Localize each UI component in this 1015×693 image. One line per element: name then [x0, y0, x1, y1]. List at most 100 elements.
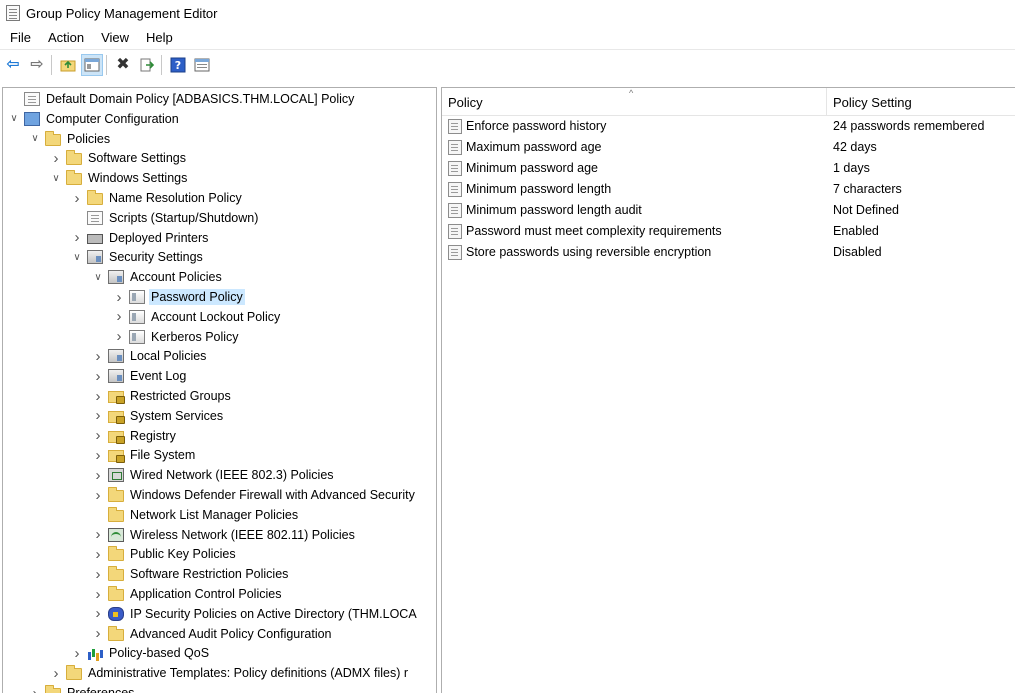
policy-row[interactable]: Minimum password age 1 days	[442, 158, 1015, 179]
policy-setting-value: 1 days	[833, 161, 870, 175]
chevron-down-icon[interactable]: ∨	[91, 267, 105, 287]
tree-item[interactable]: › Preferences	[28, 683, 136, 693]
tree-item[interactable]: ›Network List Manager Policies	[91, 505, 300, 525]
chevron-right-icon[interactable]: ›	[91, 406, 105, 426]
tree-item[interactable]: › Software Restriction Policies	[91, 564, 290, 584]
chevron-right-icon[interactable]: ›	[91, 564, 105, 584]
chevron-right-icon[interactable]: ›	[70, 228, 84, 248]
tree-item[interactable]: ∨ Policies	[28, 129, 112, 149]
folder-icon	[66, 150, 82, 166]
chevron-right-icon[interactable]: ›	[112, 307, 126, 327]
chevron-down-icon[interactable]: ∨	[7, 109, 21, 129]
menu-view[interactable]: View	[92, 30, 137, 45]
chevron-right-icon[interactable]: ›	[112, 327, 126, 347]
tree-item[interactable]: ∨ Security Settings	[70, 247, 205, 267]
tree-item[interactable]: › Deployed Printers	[70, 228, 210, 248]
policy-row[interactable]: Maximum password age 42 days	[442, 137, 1015, 158]
chevron-right-icon[interactable]: ›	[91, 366, 105, 386]
tree-item[interactable]: › Kerberos Policy	[112, 327, 241, 347]
tree-item[interactable]: › Restricted Groups	[91, 386, 233, 406]
qos-chart-icon	[87, 646, 103, 661]
chevron-right-icon[interactable]: ›	[49, 663, 63, 683]
chevron-right-icon[interactable]: ›	[91, 544, 105, 564]
tree-item[interactable]: › IP Security Policies on Active Director…	[91, 604, 419, 624]
help-icon[interactable]: ?	[167, 54, 189, 76]
tree-item[interactable]: › Local Policies	[91, 346, 208, 366]
menu-file[interactable]: File	[0, 30, 39, 45]
tree-item-label: Advanced Audit Policy Configuration	[130, 626, 332, 641]
show-hide-tree-icon[interactable]	[81, 53, 103, 76]
printer-icon	[87, 234, 103, 245]
chevron-right-icon[interactable]: ›	[91, 604, 105, 624]
policy-row[interactable]: Store passwords using reversible encrypt…	[442, 242, 1015, 263]
policy-name: Enforce password history	[466, 119, 607, 133]
chevron-right-icon[interactable]: ›	[91, 426, 105, 446]
chevron-right-icon[interactable]: ›	[91, 624, 105, 644]
tree-item-label: Computer Configuration	[46, 111, 179, 126]
tree-item[interactable]: ∨ Account Policies	[91, 267, 224, 287]
policy-row[interactable]: Password must meet complexity requiremen…	[442, 221, 1015, 242]
policy-setting-value: 7 characters	[833, 182, 902, 196]
tree-item[interactable]: › Policy-based QoS	[70, 643, 211, 663]
chevron-right-icon[interactable]: ›	[70, 188, 84, 208]
chevron-right-icon[interactable]: ›	[28, 683, 42, 693]
tree-item[interactable]: › Application Control Policies	[91, 584, 283, 604]
tree-item[interactable]: ∨ Computer Configuration	[7, 109, 181, 129]
chevron-down-icon[interactable]: ∨	[70, 247, 84, 267]
up-folder-icon[interactable]	[57, 54, 79, 76]
chevron-right-icon[interactable]: ›	[49, 148, 63, 168]
column-header-policy[interactable]: Policy	[448, 95, 483, 110]
properties-view-icon[interactable]	[191, 54, 213, 76]
back-icon[interactable]: ⇦	[2, 54, 24, 76]
chevron-right-icon[interactable]: ›	[91, 386, 105, 406]
tree-item[interactable]: ›Scripts (Startup/Shutdown)	[70, 208, 260, 228]
tree-item[interactable]: ›Default Domain Policy [ADBASICS.THM.LOC…	[7, 89, 356, 109]
chevron-right-icon[interactable]: ›	[91, 525, 105, 545]
lock-folder-icon	[108, 450, 125, 464]
chevron-right-icon[interactable]: ›	[91, 346, 105, 366]
policy-row[interactable]: Minimum password length audit Not Defined	[442, 200, 1015, 221]
tree-item-label: Name Resolution Policy	[109, 191, 242, 205]
delete-icon[interactable]: ✖	[112, 54, 134, 76]
chevron-right-icon[interactable]: ›	[112, 287, 126, 307]
tree-item[interactable]: › Wireless Network (IEEE 802.11) Policies	[91, 525, 357, 545]
tree-item-label: Restricted Groups	[130, 389, 231, 403]
folder-icon	[108, 487, 124, 502]
tree-item[interactable]: › Password Policy	[112, 287, 245, 307]
forward-icon[interactable]: ⇨	[26, 54, 48, 76]
tree-item[interactable]: › Event Log	[91, 366, 188, 386]
chevron-right-icon[interactable]: ›	[91, 485, 105, 505]
column-header-policy-setting[interactable]: Policy Setting	[833, 95, 912, 110]
tree-item[interactable]: › Account Lockout Policy	[112, 307, 282, 327]
tree-item[interactable]: › Administrative Templates: Policy defini…	[49, 663, 410, 683]
menu-help[interactable]: Help	[137, 30, 181, 45]
tree-item[interactable]: › Wired Network (IEEE 802.3) Policies	[91, 465, 336, 485]
tree-item[interactable]: › Registry	[91, 426, 178, 446]
policy-setting-icon	[448, 203, 462, 218]
column-divider[interactable]	[826, 88, 827, 116]
export-list-icon[interactable]	[136, 54, 158, 76]
folder-icon	[108, 506, 124, 522]
tree-item[interactable]: › Public Key Policies	[91, 544, 238, 564]
chevron-right-icon[interactable]: ›	[91, 465, 105, 485]
toolbar-separator	[106, 54, 107, 75]
computer-icon	[24, 111, 40, 126]
tree-item[interactable]: ∨ Windows Settings	[49, 168, 189, 188]
chevron-right-icon[interactable]: ›	[91, 445, 105, 465]
tree-item-label: Password Policy	[149, 289, 245, 305]
policy-row[interactable]: Enforce password history 24 passwords rem…	[442, 116, 1015, 137]
tree-item[interactable]: › System Services	[91, 406, 225, 426]
tree-item[interactable]: › Name Resolution Policy	[70, 188, 244, 208]
details-list-pane[interactable]: Policy ^ Policy Setting Enforce password…	[441, 87, 1015, 693]
policy-row[interactable]: Minimum password length 7 characters	[442, 179, 1015, 200]
tree-item[interactable]: › File System	[91, 445, 197, 465]
console-tree-pane[interactable]: › Default Domain Policy [ADBASICS.THM.LOC…	[2, 87, 437, 693]
menu-action[interactable]: Action	[39, 30, 92, 45]
tree-item[interactable]: › Software Settings	[49, 148, 188, 168]
chevron-down-icon[interactable]: ∨	[49, 168, 63, 188]
chevron-right-icon[interactable]: ›	[91, 584, 105, 604]
tree-item[interactable]: › Windows Defender Firewall with Advanced…	[91, 485, 417, 505]
chevron-down-icon[interactable]: ∨	[28, 129, 42, 149]
tree-item[interactable]: › Advanced Audit Policy Configuration	[91, 624, 334, 644]
chevron-right-icon[interactable]: ›	[70, 643, 84, 663]
